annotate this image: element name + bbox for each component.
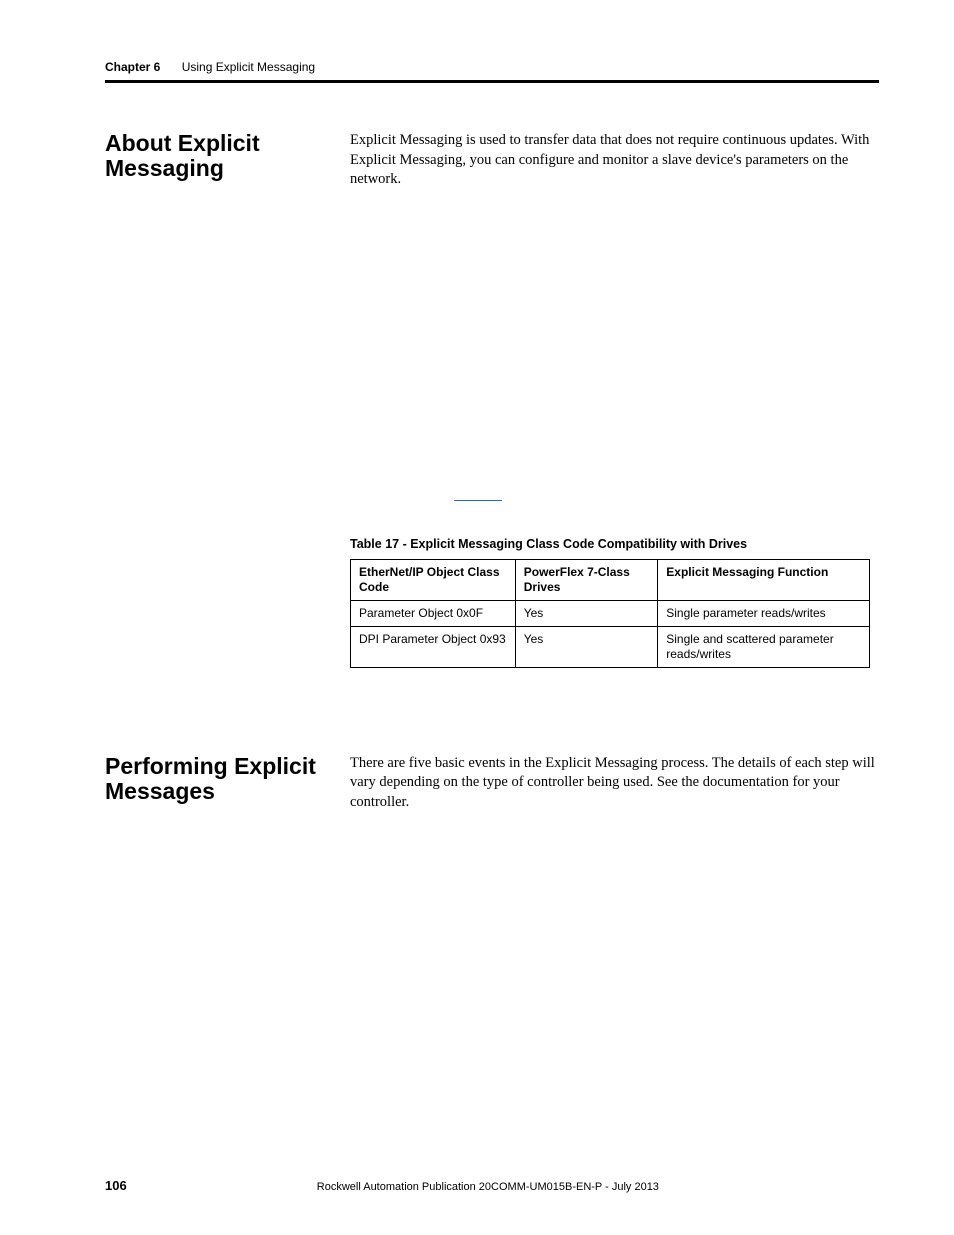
table-cell: Yes [515,600,658,626]
header-rule [105,80,879,83]
table-row: DPI Parameter Object 0x93 Yes Single and… [351,626,870,667]
section-heading: About Explicit Messaging [105,131,332,182]
publication-info: Rockwell Automation Publication 20COMM-U… [127,1181,849,1193]
running-header: Chapter 6 Using Explicit Messaging [105,60,879,74]
table-header-cell: EtherNet/IP Object Class Code [351,559,516,600]
chapter-title: Using Explicit Messaging [182,60,315,74]
section-paragraph: Explicit Messaging is used to transfer d… [350,131,879,190]
page-footer: 106 Rockwell Automation Publication 20CO… [105,1178,879,1193]
table-cell: Single and scattered parameter reads/wri… [658,626,870,667]
page-number: 106 [105,1178,127,1193]
compatibility-table: EtherNet/IP Object Class Code PowerFlex … [350,559,870,668]
table-header-cell: PowerFlex 7-Class Drives [515,559,658,600]
section-paragraph: There are five basic events in the Expli… [350,754,879,813]
section-heading: Performing Explicit Messages [105,754,332,805]
table-reference-rule [454,500,502,501]
table-header-cell: Explicit Messaging Function [658,559,870,600]
section-performing-explicit-messages: Performing Explicit Messages There are f… [105,754,879,813]
table-caption: Table 17 - Explicit Messaging Class Code… [350,537,879,551]
table-cell: Yes [515,626,658,667]
chapter-label: Chapter 6 [105,60,160,74]
table-header-row: EtherNet/IP Object Class Code PowerFlex … [351,559,870,600]
table-cell: Single parameter reads/writes [658,600,870,626]
section-about-explicit-messaging: About Explicit Messaging Explicit Messag… [105,131,879,190]
table-cell: DPI Parameter Object 0x93 [351,626,516,667]
table-cell: Parameter Object 0x0F [351,600,516,626]
table-row: Parameter Object 0x0F Yes Single paramet… [351,600,870,626]
